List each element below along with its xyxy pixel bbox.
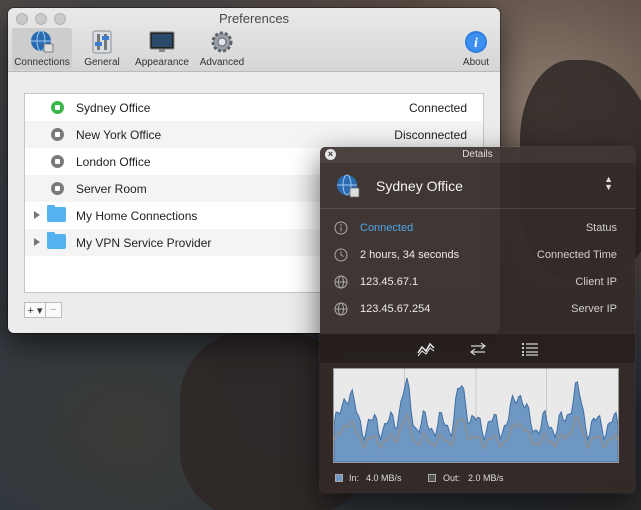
info-icon: i	[465, 31, 487, 53]
svg-text:i: i	[474, 36, 478, 51]
server-ip-value: 123.45.67.254	[360, 303, 431, 315]
connection-name: London Office	[76, 154, 151, 169]
connected-time-label: Connected Time	[536, 249, 617, 261]
client-ip-label: Client IP	[575, 276, 617, 288]
connection-row-new-york[interactable]: New York Office Disconnected	[25, 121, 483, 148]
clock-icon	[334, 248, 348, 262]
status-value: Connected	[360, 222, 414, 234]
in-swatch	[335, 474, 343, 482]
status-label: Status	[585, 222, 617, 234]
connection-selector-icon[interactable]: ▲ ▼	[604, 175, 613, 192]
lock-icon	[51, 128, 64, 141]
client-ip-value: 123.45.67.1	[360, 276, 419, 288]
details-panel: × Details Sydney Office ▲ ▼ Connected Sta…	[320, 147, 635, 493]
in-legend-label: In:	[349, 473, 360, 483]
connection-name: Sydney Office	[76, 100, 151, 115]
detail-row-server-ip: 123.45.67.254 Server IP	[320, 296, 635, 323]
globe-icon	[334, 275, 348, 289]
out-swatch	[428, 474, 436, 482]
server-ip-label: Server IP	[571, 303, 617, 315]
remove-connection-button[interactable]: −	[46, 302, 62, 318]
details-title: Details	[462, 149, 493, 160]
details-info: Connected Status 2 hours, 34 seconds Con…	[320, 209, 635, 323]
toolbar-connections[interactable]: Connections	[12, 28, 72, 70]
globe-icon	[31, 30, 54, 53]
preferences-toolbar: Connections General Appearance Advanced	[12, 28, 252, 70]
toolbar-general[interactable]: General	[72, 28, 132, 70]
toolbar-label: Connections	[14, 57, 70, 68]
gear-icon	[211, 31, 233, 53]
folder-name: My Home Connections	[76, 208, 198, 223]
connected-time-value: 2 hours, 34 seconds	[360, 249, 460, 261]
details-connection-name: Sydney Office	[376, 178, 463, 194]
lock-icon	[51, 182, 64, 195]
details-titlebar: × Details	[320, 147, 635, 163]
info-icon	[334, 221, 348, 235]
disclosure-triangle-icon[interactable]	[34, 238, 40, 246]
globe-icon	[334, 302, 348, 316]
toolbar-label: Appearance	[135, 57, 189, 68]
out-legend-label: Out:	[443, 473, 461, 483]
monitor-icon	[149, 31, 175, 52]
connection-status: Disconnected	[394, 127, 467, 142]
detail-row-client-ip: 123.45.67.1 Client IP	[320, 269, 635, 296]
connection-name: New York Office	[76, 127, 162, 142]
traffic-graph	[333, 368, 619, 463]
out-legend-value: 2.0 MB/s	[468, 473, 504, 483]
connection-status: Connected	[408, 100, 467, 115]
details-tabs	[320, 333, 635, 363]
close-details-button[interactable]: ×	[325, 149, 336, 160]
folder-icon	[47, 205, 66, 222]
connected-lock-icon	[51, 101, 64, 114]
detail-row-connected-time: 2 hours, 34 seconds Connected Time	[320, 242, 635, 269]
graph-icon[interactable]	[417, 341, 435, 357]
disclosure-triangle-icon[interactable]	[34, 211, 40, 219]
toolbar-label: Advanced	[199, 57, 245, 68]
folder-icon	[47, 232, 66, 249]
about-label: About	[462, 57, 490, 68]
list-actions: + ▾ −	[24, 302, 62, 318]
details-header[interactable]: Sydney Office ▲ ▼	[320, 163, 635, 209]
list-icon[interactable]	[521, 341, 539, 357]
about-button[interactable]: i About	[458, 28, 494, 70]
switches-icon	[92, 30, 112, 54]
toolbar-appearance[interactable]: Appearance	[132, 28, 192, 70]
connection-row-sydney[interactable]: Sydney Office Connected	[25, 94, 483, 121]
add-connection-button[interactable]: + ▾	[24, 302, 46, 318]
globe-icon	[337, 174, 360, 198]
transfer-icon[interactable]	[469, 341, 487, 357]
window-title: Preferences	[218, 11, 290, 26]
toolbar-advanced[interactable]: Advanced	[192, 28, 252, 70]
in-legend-value: 4.0 MB/s	[366, 473, 402, 483]
detail-row-status: Connected Status	[320, 215, 635, 242]
lock-icon	[51, 155, 64, 168]
connection-name: Server Room	[76, 181, 147, 196]
folder-name: My VPN Service Provider	[76, 235, 212, 250]
toolbar-label: General	[84, 57, 120, 68]
preferences-titlebar: Preferences Connections General Appearan…	[8, 8, 500, 72]
